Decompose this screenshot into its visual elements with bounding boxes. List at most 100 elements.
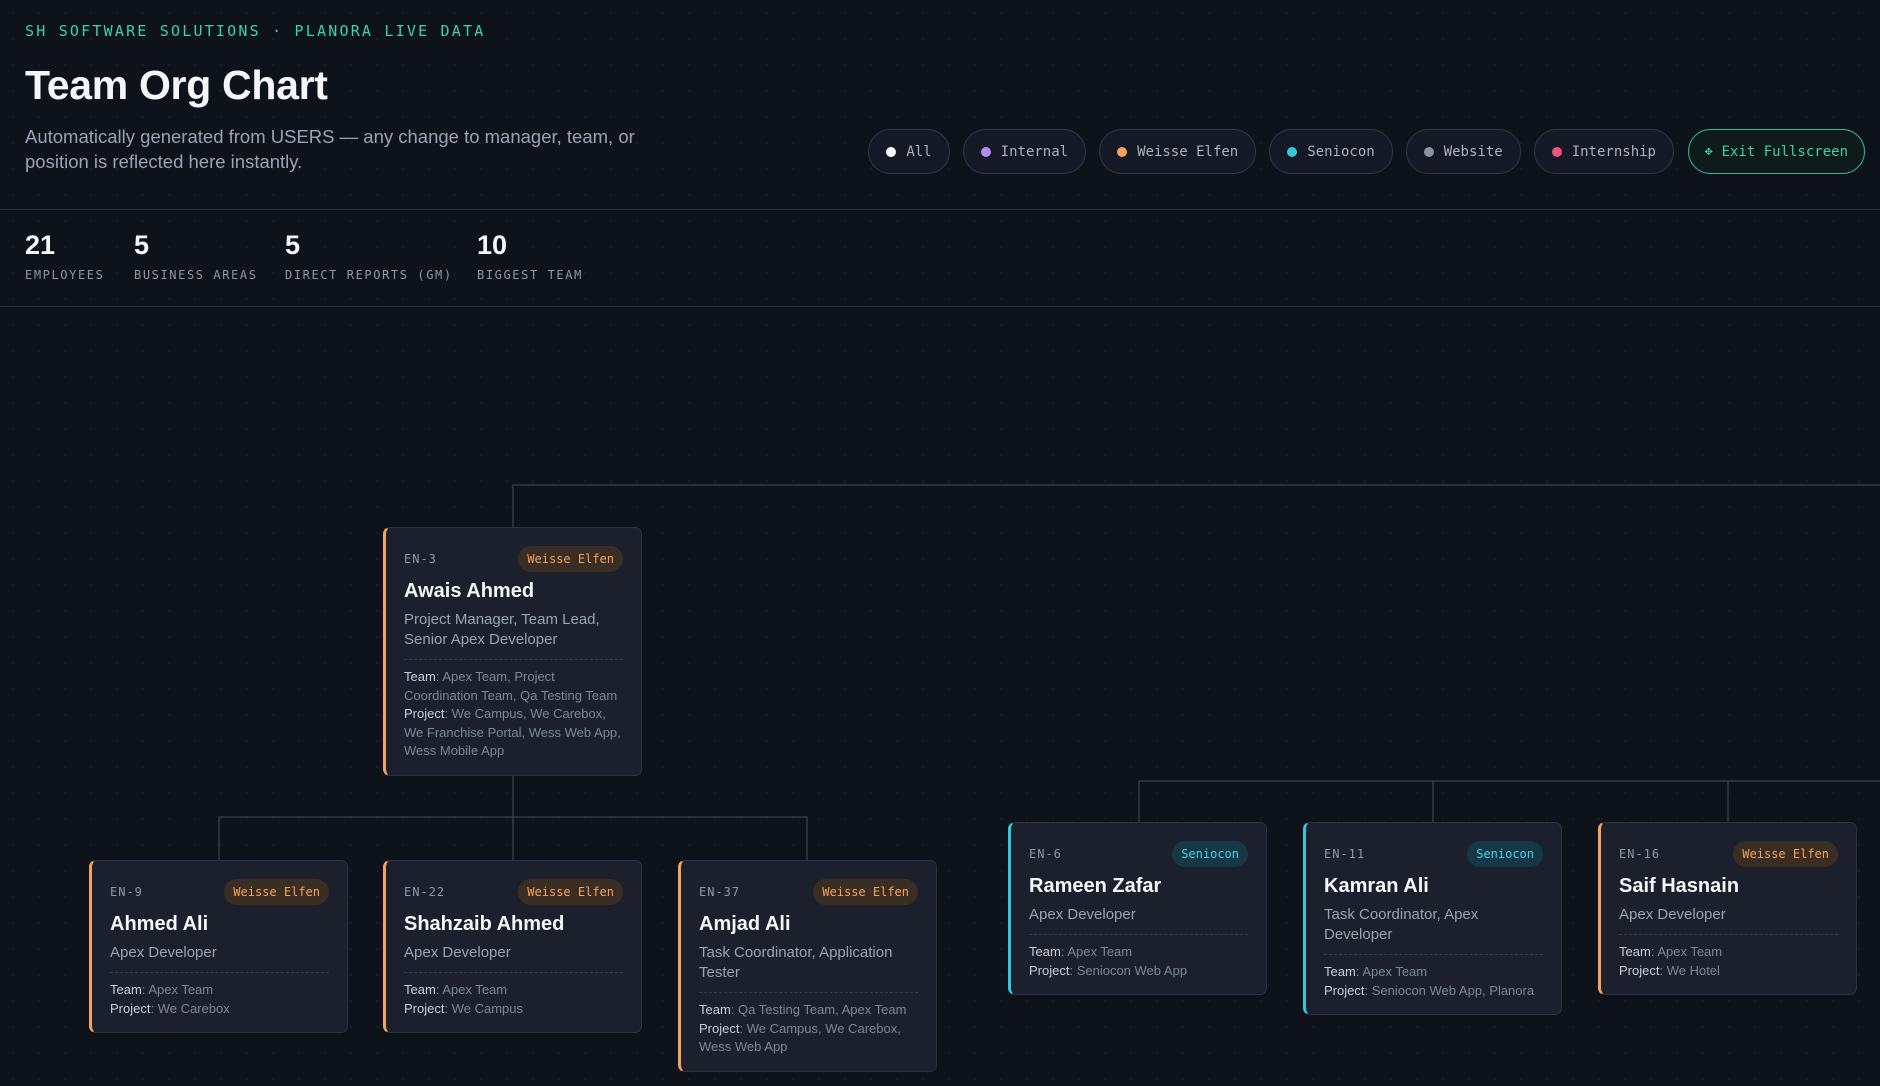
filter-label: All — [906, 143, 932, 160]
employee-card[interactable]: EN-9 Weisse Elfen Ahmed Ali Apex Develop… — [89, 860, 348, 1033]
employee-meta: Team: Apex Team Project: We Hotel — [1619, 943, 1838, 980]
filter-dot-icon — [1287, 146, 1298, 157]
employee-meta: Team: Apex Team Project: We Campus — [404, 981, 623, 1018]
employee-id: EN-11 — [1324, 847, 1366, 861]
stat-business-areas: 5 BUSINESS AREAS — [134, 230, 258, 282]
employee-card[interactable]: EN-6 Seniocon Rameen Zafar Apex Develope… — [1008, 822, 1267, 995]
employee-position: Apex Developer — [1619, 905, 1838, 935]
stat-employees: 21 EMPLOYEES — [25, 230, 104, 282]
employee-card[interactable]: EN-16 Weisse Elfen Saif Hasnain Apex Dev… — [1598, 822, 1857, 995]
employee-card[interactable]: EN-3 Weisse Elfen Awais Ahmed Project Ma… — [383, 527, 642, 776]
employee-card[interactable]: EN-22 Weisse Elfen Shahzaib Ahmed Apex D… — [383, 860, 642, 1033]
employee-meta: Team: Apex Team, Project Coordination Te… — [404, 668, 623, 761]
filter-website[interactable]: Website — [1405, 129, 1521, 174]
project-value: We Carebox — [157, 1000, 230, 1016]
project-label: Project — [1619, 962, 1660, 978]
area-badge: Seniocon — [1172, 841, 1248, 867]
filter-seniocon[interactable]: Seniocon — [1269, 129, 1393, 174]
employee-project: Project: We Campus, We Carebox, Wess Web… — [699, 1020, 901, 1055]
employee-name: Kamran Ali — [1324, 875, 1429, 897]
employee-position: Apex Developer — [404, 943, 623, 973]
employee-project: Project: Seniocon Web App, Planora — [1324, 982, 1535, 998]
employee-id: EN-3 — [404, 552, 437, 566]
move-arrows-icon: ✥ — [1704, 144, 1713, 159]
filter-label: Internship — [1571, 143, 1656, 160]
employee-team: Team: Apex Team — [1029, 944, 1133, 959]
team-value: Apex Team, Project Coordination Team, Qa… — [404, 669, 618, 703]
filter-all[interactable]: All — [868, 129, 950, 174]
filter-internship[interactable]: Internship — [1533, 129, 1674, 174]
filter-internal[interactable]: Internal — [962, 129, 1087, 174]
team-value: Apex Team — [1657, 944, 1723, 959]
stat-value: 5 — [134, 230, 150, 260]
employee-name: Awais Ahmed — [404, 580, 535, 602]
employee-meta: Team: Apex Team Project: We Carebox — [110, 981, 329, 1018]
employee-project: Project: We Campus, We Carebox, We Franc… — [404, 706, 621, 758]
employee-name: Ahmed Ali — [110, 913, 209, 935]
project-label: Project — [699, 1020, 740, 1036]
employee-position: Apex Developer — [110, 943, 329, 973]
project-value: We Hotel — [1666, 962, 1720, 978]
area-badge: Seniocon — [1467, 841, 1543, 867]
employee-team: Team: Apex Team — [1619, 944, 1723, 959]
employee-position: Task Coordinator, Apex Developer — [1324, 905, 1543, 955]
stat-label: DIRECT REPORTS (GM) — [285, 268, 453, 282]
employee-team: Team: Apex Team — [1324, 964, 1428, 979]
employee-id: EN-22 — [404, 885, 446, 899]
page-header: SH SOFTWARE SOLUTIONS · PLANORA LIVE DAT… — [0, 0, 1880, 210]
employee-position: Project Manager, Team Lead, Senior Apex … — [404, 610, 623, 660]
employee-meta: Team: Apex Team Project: Seniocon Web Ap… — [1029, 943, 1248, 980]
employee-card[interactable]: EN-11 Seniocon Kamran Ali Task Coordinat… — [1303, 822, 1562, 1015]
employee-team: Team: Qa Testing Team, Apex Team — [699, 1002, 907, 1017]
team-value: Apex Team — [442, 982, 508, 997]
filter-weisse-elfen[interactable]: Weisse Elfen — [1099, 129, 1257, 174]
team-label: Team — [699, 1002, 731, 1017]
employee-id: EN-6 — [1029, 847, 1062, 861]
project-label: Project — [404, 706, 445, 721]
team-label: Team — [1029, 944, 1061, 959]
team-label: Team — [1324, 964, 1356, 979]
project-label: Project — [110, 1000, 151, 1016]
employee-name: Amjad Ali — [699, 913, 791, 935]
area-badge: Weisse Elfen — [813, 879, 918, 905]
project-value: Seniocon Web App, Planora — [1371, 982, 1535, 998]
stat-label: BUSINESS AREAS — [134, 268, 258, 282]
project-label: Project — [404, 1000, 445, 1016]
filter-dot-icon — [886, 146, 897, 157]
filter-label: Seniocon — [1307, 143, 1375, 160]
stats-bar: 21 EMPLOYEES 5 BUSINESS AREAS 5 DIRECT R… — [0, 210, 1880, 307]
area-filter-bar: All Internal Weisse Elfen Seniocon Websi… — [868, 129, 1674, 174]
employee-team: Team: Apex Team, Project Coordination Te… — [404, 669, 618, 703]
employee-team: Team: Apex Team — [110, 982, 214, 997]
employee-meta: Team: Qa Testing Team, Apex Team Project… — [699, 1001, 918, 1057]
area-badge: Weisse Elfen — [518, 879, 623, 905]
team-value: Apex Team — [1067, 944, 1133, 959]
project-value: We Campus — [451, 1000, 523, 1016]
employee-project: Project: We Campus — [404, 1000, 523, 1016]
area-badge: Weisse Elfen — [1733, 841, 1838, 867]
employee-position: Task Coordinator, Application Tester — [699, 943, 918, 993]
exit-fullscreen-button[interactable]: ✥ Exit Fullscreen — [1687, 129, 1865, 174]
stat-label: BIGGEST TEAM — [477, 268, 583, 282]
filter-label: Website — [1443, 143, 1503, 160]
employee-name: Saif Hasnain — [1619, 875, 1740, 897]
team-label: Team — [404, 982, 436, 997]
area-badge: Weisse Elfen — [518, 546, 623, 572]
employee-card[interactable]: EN-37 Weisse Elfen Amjad Ali Task Coordi… — [678, 860, 937, 1072]
team-label: Team — [1619, 944, 1651, 959]
employee-team: Team: Apex Team — [404, 982, 508, 997]
stat-value: 10 — [477, 230, 508, 260]
exit-fullscreen-label: Exit Fullscreen — [1721, 143, 1848, 160]
stat-value: 21 — [25, 230, 56, 260]
stat-direct-reports: 5 DIRECT REPORTS (GM) — [285, 230, 453, 282]
filter-dot-icon — [1117, 146, 1128, 157]
team-value: Apex Team — [148, 982, 214, 997]
employee-id: EN-37 — [699, 885, 741, 899]
employee-id: EN-9 — [110, 885, 143, 899]
employee-project: Project: Seniocon Web App — [1029, 962, 1188, 978]
stat-label: EMPLOYEES — [25, 268, 105, 282]
project-label: Project — [1324, 982, 1365, 998]
stat-biggest-team: 10 BIGGEST TEAM — [477, 230, 583, 282]
page-title: Team Org Chart — [25, 62, 328, 108]
stat-value: 5 — [285, 230, 301, 260]
